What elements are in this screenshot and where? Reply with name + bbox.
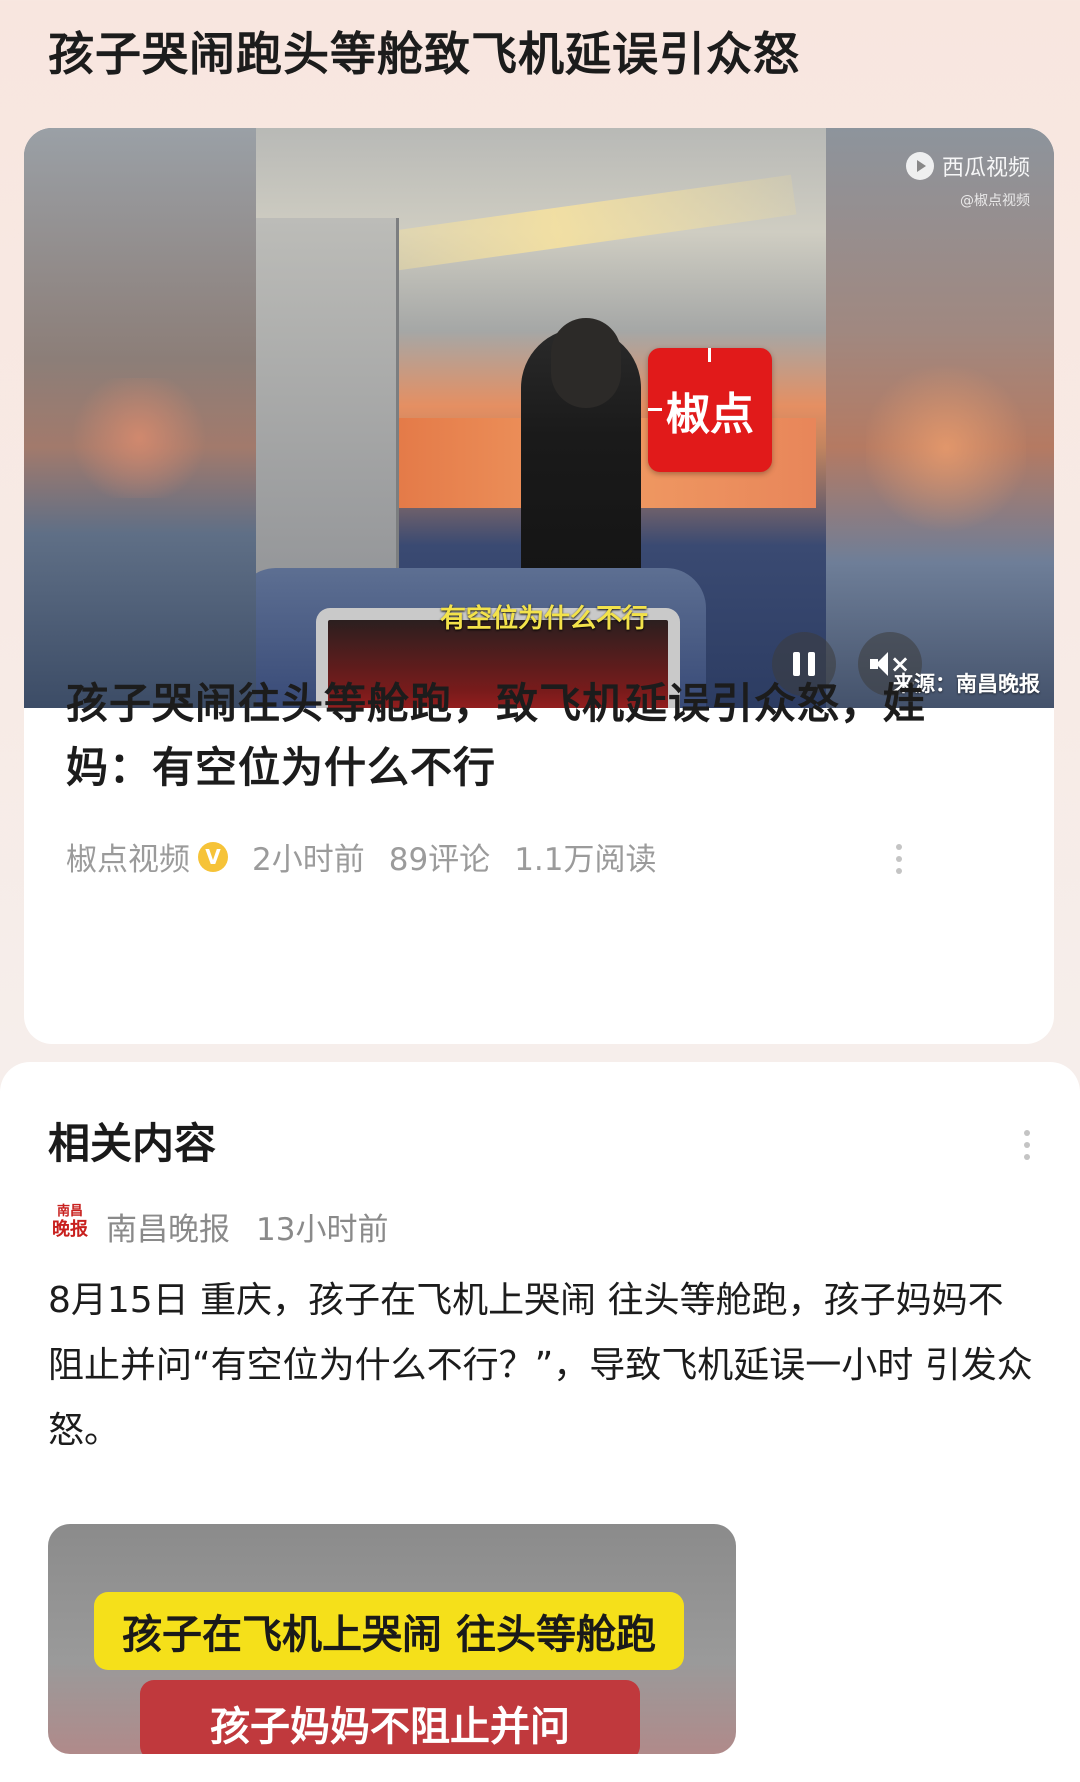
watermark-sub-text: @椒点视频: [960, 193, 1030, 209]
author-name[interactable]: 椒点视频: [66, 834, 190, 879]
related-thumbnail[interactable]: 孩子在飞机上哭闹 往头等舱跑 孩子妈妈不阻止并问: [48, 1524, 736, 1754]
verified-badge-icon: V: [198, 841, 228, 872]
video-frame[interactable]: 椒点 有空位为什么不行: [256, 128, 826, 708]
article-card[interactable]: 椒点 有空位为什么不行 西瓜视频 @椒点视频 × 来源：南昌晚报 孩子哭闹往头等…: [24, 128, 1054, 1044]
page-title: 孩子哭闹跑头等舱致飞机延误引众怒: [48, 27, 800, 81]
nanchang-evening-news-logo: 南昌 晚报: [52, 1203, 88, 1240]
video-blur-right: [826, 128, 1054, 708]
read-count: 1.1万阅读: [514, 842, 657, 878]
related-source-row: 南昌 晚报 南昌晚报 13小时前: [48, 1204, 388, 1249]
video-watermark: 西瓜视频 @椒点视频: [905, 150, 1030, 210]
video-player[interactable]: 椒点 有空位为什么不行 西瓜视频 @椒点视频 × 来源：南昌晚报: [24, 128, 1054, 708]
passenger-head: [551, 318, 621, 408]
article-title[interactable]: 孩子哭闹往头等舱跑，致飞机延误引众怒，娃妈：有空位为什么不行: [66, 672, 1006, 800]
related-content-card: 相关内容 南昌 晚报 南昌晚报 13小时前 8月15日 重庆，孩子在飞机上哭闹 …: [0, 1062, 1080, 1782]
related-more-options-icon[interactable]: [1024, 1130, 1030, 1160]
jiaodian-logo: 椒点: [648, 348, 772, 472]
thumbnail-caption-1: 孩子在飞机上哭闹 往头等舱跑: [94, 1592, 684, 1670]
watermark-main-text: 西瓜视频: [941, 156, 1030, 181]
thumbnail-caption-2: 孩子妈妈不阻止并问: [140, 1680, 640, 1754]
article-meta: 椒点视频 V 2小时前 89评论 1.1万阅读: [66, 834, 681, 879]
comment-count: 89评论: [388, 842, 491, 878]
xigua-play-icon: [905, 152, 934, 180]
video-blur-left: [24, 128, 256, 708]
related-heading: 相关内容: [48, 1119, 217, 1168]
video-subtitle: 有空位为什么不行: [439, 604, 648, 634]
related-source-name[interactable]: 南昌晚报: [106, 1204, 230, 1249]
related-body-text[interactable]: 8月15日 重庆，孩子在飞机上哭闹 往头等舱跑，孩子妈妈不阻止并问“有空位为什么…: [48, 1268, 1038, 1463]
related-time: 13小时前: [256, 1212, 389, 1248]
publish-time: 2小时前: [252, 842, 365, 878]
more-options-icon[interactable]: [896, 844, 902, 874]
